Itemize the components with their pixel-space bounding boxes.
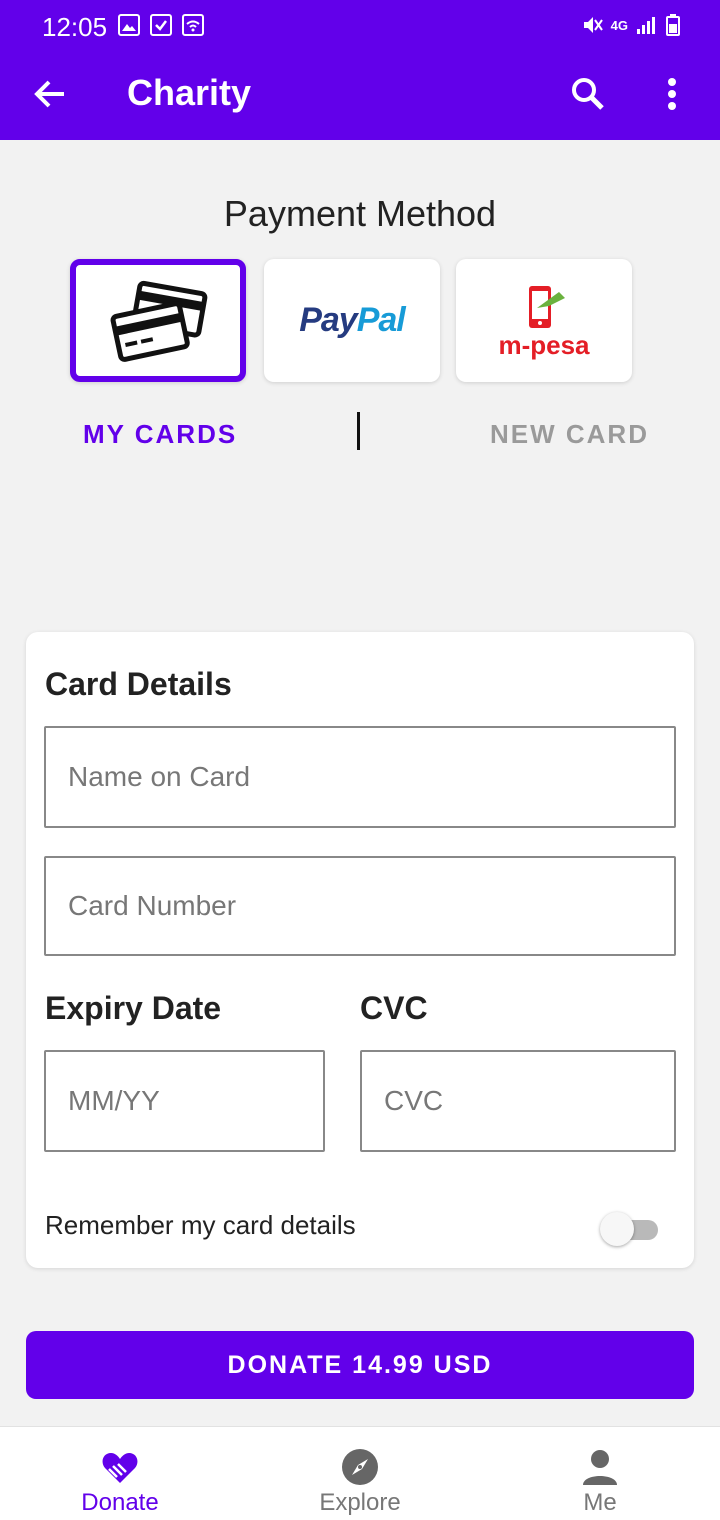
tab-new-card[interactable]: NEW CARD [490, 419, 649, 450]
battery-icon [666, 14, 680, 36]
donate-button[interactable]: DONATE 14.99 USD [26, 1331, 694, 1399]
phone-icon [528, 285, 565, 328]
expiry-date-input[interactable] [44, 1050, 325, 1152]
tab-my-cards[interactable]: MY CARDS [83, 419, 237, 450]
image-icon [118, 14, 140, 36]
more-options-button[interactable] [652, 74, 692, 114]
mute-icon [583, 17, 603, 33]
notification-icons [118, 14, 204, 36]
remember-card-toggle[interactable] [600, 1212, 658, 1246]
payment-option-cards[interactable] [70, 259, 246, 382]
page-title: Charity [127, 72, 252, 113]
nav-label-explore: Explore [319, 1489, 401, 1516]
wifi-icon [182, 14, 204, 36]
signal-icon [637, 17, 655, 34]
cvc-label: CVC [360, 990, 428, 1026]
nav-item-explore[interactable]: Explore [240, 1427, 480, 1520]
payment-method-heading: Payment Method [223, 193, 497, 234]
nav-label-me: Me [583, 1489, 617, 1516]
heart-hand-icon [102, 1453, 138, 1483]
paypal-logo: PayPal [299, 301, 406, 339]
tab-divider [357, 412, 360, 450]
back-button[interactable] [30, 74, 70, 114]
payment-option-mpesa[interactable]: m-pesa [456, 259, 632, 382]
nav-label-donate: Donate [81, 1489, 159, 1516]
status-time: 12:05 [42, 12, 108, 42]
toggle-thumb [600, 1212, 634, 1246]
nav-item-me[interactable]: Me [480, 1427, 720, 1520]
system-status-icons: 4G [581, 14, 680, 36]
card-details-panel: Card Details Expiry Date CVC Remember my… [26, 632, 694, 1268]
card-details-title: Card Details [45, 666, 232, 702]
mpesa-logo: m-pesa [498, 284, 590, 358]
card-number-input[interactable] [44, 856, 676, 956]
search-icon [572, 78, 604, 110]
check-icon [150, 14, 172, 36]
person-icon [583, 1450, 617, 1485]
remember-card-label: Remember my card details [45, 1210, 356, 1240]
arrow-left-icon [34, 80, 64, 108]
app-bar: 12:05 4G Charity [0, 0, 720, 140]
compass-icon [342, 1449, 378, 1485]
bottom-navigation: Donate Explore Me [0, 1426, 720, 1520]
payment-option-paypal[interactable]: PayPal [264, 259, 440, 382]
expiry-date-label: Expiry Date [45, 990, 222, 1026]
nav-item-donate[interactable]: Donate [0, 1427, 240, 1520]
name-on-card-input[interactable] [44, 726, 676, 828]
credit-cards-icon [110, 280, 208, 362]
network-type-label: 4G [610, 17, 628, 33]
cvc-input[interactable] [360, 1050, 676, 1152]
more-vertical-icon [668, 78, 676, 110]
search-button[interactable] [568, 74, 608, 114]
